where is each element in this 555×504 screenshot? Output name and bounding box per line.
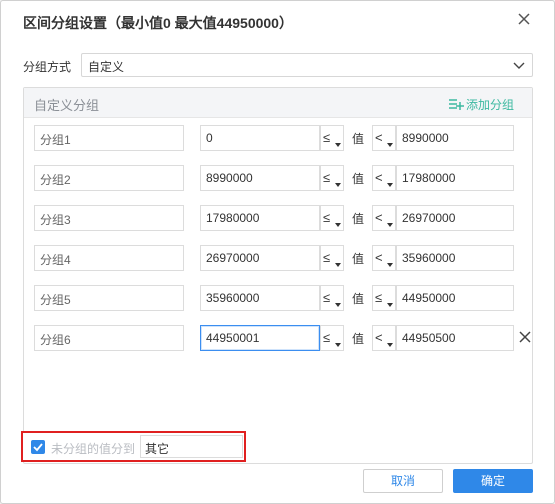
caret-down-icon	[335, 143, 341, 147]
group-row: 分组4 26970000 ≤ 值 <35960000	[34, 245, 532, 271]
high-operator-select[interactable]: ≤	[372, 285, 396, 311]
caret-down-icon	[335, 263, 341, 267]
group-method-value: 自定义	[88, 60, 125, 74]
add-group-button[interactable]: 添加分组	[448, 96, 514, 113]
group-low-input[interactable]: 0	[200, 125, 320, 151]
group-high-input[interactable]: 35960000	[396, 245, 514, 271]
caret-down-icon	[387, 143, 393, 147]
high-operator-value: ≤	[375, 290, 383, 305]
group-high-input[interactable]: 26970000	[396, 205, 514, 231]
custom-group-panel: 自定义分组 添加分组 分组1 0 ≤ 值 <8990000 分组2 8990000 ≤ 值 <17…	[23, 87, 533, 464]
group-low-input[interactable]: 44950001	[200, 325, 320, 351]
group-high-input[interactable]: 8990000	[396, 125, 514, 151]
group-low-input[interactable]: 26970000	[200, 245, 320, 271]
value-label: 值	[352, 252, 365, 266]
low-operator-value: ≤	[323, 290, 331, 305]
high-operator-value: <	[375, 170, 383, 185]
group-method-select[interactable]: 自定义	[81, 53, 533, 77]
group-high-input[interactable]: 17980000	[396, 165, 514, 191]
add-group-label: 添加分组	[465, 98, 514, 112]
add-list-icon	[448, 98, 464, 110]
high-operator-select[interactable]: <	[372, 205, 396, 231]
group-low-input[interactable]: 35960000	[200, 285, 320, 311]
high-operator-select[interactable]: <	[372, 325, 396, 351]
group-method-label: 分组方式	[23, 60, 72, 74]
chevron-down-icon	[513, 62, 525, 69]
value-label: 值	[352, 132, 365, 146]
high-operator-select[interactable]: <	[372, 245, 396, 271]
caret-down-icon	[387, 183, 393, 187]
low-operator-select[interactable]: ≤	[320, 285, 344, 311]
interval-group-dialog: 区间分组设置（最小值0 最大值44950000） 分组方式 自定义 自定义分组 …	[0, 0, 555, 504]
group-row: 分组6 44950001 ≤ 值 <44950500	[34, 325, 532, 351]
dialog-title: 区间分组设置（最小值0 最大值44950000）	[23, 15, 293, 31]
low-operator-select[interactable]: ≤	[320, 165, 344, 191]
ungrouped-target-input[interactable]: 其它	[140, 435, 243, 458]
low-operator-select[interactable]: ≤	[320, 245, 344, 271]
group-name-input[interactable]: 分组1	[34, 125, 184, 151]
value-label: 值	[352, 292, 365, 306]
caret-down-icon	[335, 223, 341, 227]
low-operator-value: ≤	[323, 250, 331, 265]
caret-down-icon	[335, 343, 341, 347]
check-icon	[33, 443, 43, 452]
close-icon[interactable]	[516, 11, 532, 27]
group-name-input[interactable]: 分组4	[34, 245, 184, 271]
caret-down-icon	[335, 183, 341, 187]
high-operator-value: <	[375, 130, 383, 145]
high-operator-value: <	[375, 210, 383, 225]
low-operator-select[interactable]: ≤	[320, 205, 344, 231]
caret-down-icon	[387, 263, 393, 267]
value-label: 值	[352, 212, 365, 226]
caret-down-icon	[335, 303, 341, 307]
value-label: 值	[352, 332, 365, 346]
high-operator-value: <	[375, 330, 383, 345]
group-row: 分组1 0 ≤ 值 <8990000	[34, 125, 532, 151]
ungrouped-checkbox[interactable]	[31, 440, 45, 454]
low-operator-select[interactable]: ≤	[320, 125, 344, 151]
caret-down-icon	[387, 343, 393, 347]
group-row: 分组3 17980000 ≤ 值 <26970000	[34, 205, 532, 231]
value-label: 值	[352, 172, 365, 186]
group-name-input[interactable]: 分组6	[34, 325, 184, 351]
group-name-input[interactable]: 分组3	[34, 205, 184, 231]
high-operator-select[interactable]: <	[372, 165, 396, 191]
group-low-input[interactable]: 17980000	[200, 205, 320, 231]
low-operator-value: ≤	[323, 130, 331, 145]
group-low-input[interactable]: 8990000	[200, 165, 320, 191]
high-operator-value: <	[375, 250, 383, 265]
group-name-input[interactable]: 分组5	[34, 285, 184, 311]
cancel-button[interactable]: 取消	[363, 469, 443, 493]
group-name-input[interactable]: 分组2	[34, 165, 184, 191]
panel-title: 自定义分组	[34, 98, 100, 113]
low-operator-value: ≤	[323, 330, 331, 345]
group-row: 分组2 8990000 ≤ 值 <17980000	[34, 165, 532, 191]
caret-down-icon	[387, 303, 393, 307]
ungrouped-label: 未分组的值分到	[51, 442, 136, 456]
group-row: 分组5 35960000 ≤ 值 ≤44950000	[34, 285, 532, 311]
low-operator-value: ≤	[323, 210, 331, 225]
ungrouped-highlight: 未分组的值分到 其它	[21, 431, 246, 462]
group-high-input[interactable]: 44950000	[396, 285, 514, 311]
ok-button[interactable]: 确定	[453, 469, 533, 493]
delete-group-icon[interactable]	[518, 330, 532, 344]
group-high-input[interactable]: 44950500	[396, 325, 514, 351]
panel-header: 自定义分组 添加分组	[24, 88, 532, 118]
low-operator-value: ≤	[323, 170, 331, 185]
high-operator-select[interactable]: <	[372, 125, 396, 151]
caret-down-icon	[387, 223, 393, 227]
low-operator-select[interactable]: ≤	[320, 325, 344, 351]
